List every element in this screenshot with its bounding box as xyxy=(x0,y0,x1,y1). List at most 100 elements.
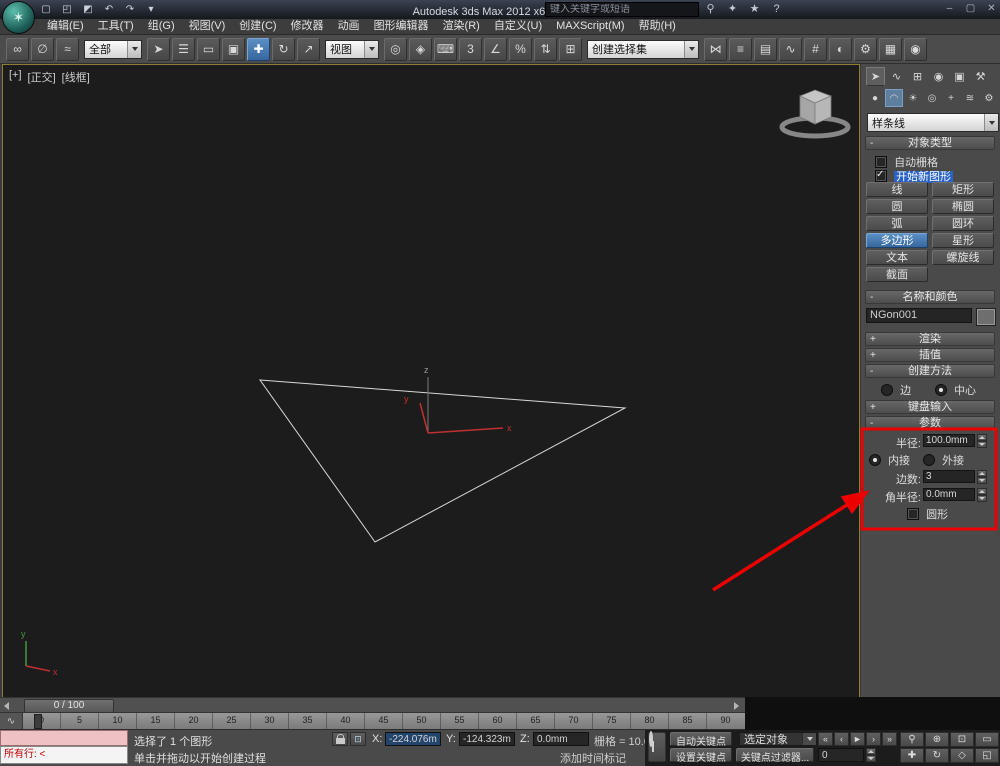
donut-button[interactable]: 圆环 xyxy=(932,216,994,231)
curve-editor-icon[interactable]: ∿ xyxy=(779,37,802,61)
start-new-shape-checkbox[interactable] xyxy=(875,169,887,182)
favorites-icon[interactable]: ★ xyxy=(747,1,762,16)
selection-set-dropdown[interactable]: 选定对象 xyxy=(739,732,817,746)
hierarchy-tab[interactable]: ⊞ xyxy=(908,67,927,86)
text-button[interactable]: 文本 xyxy=(866,250,928,265)
time-slider-next-icon[interactable] xyxy=(734,702,739,710)
use-pivot-point-center-icon[interactable]: ◎ xyxy=(384,37,407,61)
current-frame-marker[interactable] xyxy=(34,714,42,729)
close-button[interactable]: ✕ xyxy=(984,1,999,15)
viewport-pov-menu[interactable]: [正交] xyxy=(28,69,56,85)
spinner-snap-icon[interactable]: ⇅ xyxy=(534,37,557,61)
select-and-rotate-icon[interactable]: ↻ xyxy=(272,37,295,61)
lights-category[interactable]: ☀ xyxy=(904,89,922,107)
keyboard-shortcut-override-icon[interactable]: ⌨ xyxy=(434,37,457,61)
rendered-frame-window-icon[interactable]: ▦ xyxy=(879,37,902,61)
viewport-orthographic[interactable]: [+] [正交] [线框] z y x y x xyxy=(2,64,860,699)
rollout-parameters[interactable]: - 参数 xyxy=(865,416,995,430)
set-key-toggle[interactable]: 设置关键点 xyxy=(670,748,732,764)
window-crossing-icon[interactable]: ▣ xyxy=(222,37,245,61)
create-tab[interactable]: ➤ xyxy=(866,67,885,86)
time-slider-prev-icon[interactable] xyxy=(4,702,9,710)
select-and-scale-icon[interactable]: ↗ xyxy=(297,37,320,61)
search-icon[interactable]: ⚲ xyxy=(703,1,718,16)
rollout-keyboard-entry[interactable]: + 键盘输入 xyxy=(865,400,995,414)
cameras-category[interactable]: ◎ xyxy=(923,89,941,107)
rectangular-selection-region-icon[interactable]: ▭ xyxy=(197,37,220,61)
rollout-creation-method[interactable]: - 创建方法 xyxy=(865,364,995,378)
maxscript-listener-pane[interactable]: 所有行: < xyxy=(0,746,128,764)
selection-filter-dropdown[interactable]: 全部 xyxy=(84,39,142,59)
corner-radius-field[interactable] xyxy=(923,488,975,501)
object-name-field[interactable] xyxy=(866,308,972,323)
select-by-name-icon[interactable]: ☰ xyxy=(172,37,195,61)
select-and-manipulate-icon[interactable]: ◈ xyxy=(409,37,432,61)
align-icon[interactable]: ≡ xyxy=(729,37,752,61)
layer-manager-icon[interactable]: ▤ xyxy=(754,37,777,61)
display-tab[interactable]: ▣ xyxy=(950,67,969,86)
corner-radius-spinner[interactable] xyxy=(977,488,987,502)
menu-item[interactable]: 动画 xyxy=(331,19,367,34)
percent-snap-icon[interactable]: % xyxy=(509,37,532,61)
menu-item[interactable]: 工具(T) xyxy=(91,19,141,34)
go-to-start-button[interactable]: « xyxy=(818,732,833,746)
selection-lock-toggle[interactable] xyxy=(332,732,348,746)
object-color-swatch[interactable] xyxy=(976,308,996,326)
communication-center-icon[interactable]: ✦ xyxy=(725,1,740,16)
save-file-icon[interactable]: ◩ xyxy=(80,2,96,16)
undo-icon[interactable]: ↶ xyxy=(101,2,117,16)
material-editor-icon[interactable]: ◐ xyxy=(829,37,852,61)
field-of-view-button[interactable]: ◇ xyxy=(950,748,974,763)
snap-toggle-3d-icon[interactable]: 3 xyxy=(459,37,482,61)
arc-button[interactable]: 弧 xyxy=(866,216,928,231)
select-object-icon[interactable]: ➤ xyxy=(147,37,170,61)
geometry-category[interactable]: ● xyxy=(866,89,884,107)
menu-item[interactable]: 渲染(R) xyxy=(436,19,487,34)
menu-item[interactable]: MAXScript(M) xyxy=(549,19,631,34)
ngon-button[interactable]: 多边形 xyxy=(866,233,928,248)
redo-icon[interactable]: ↷ xyxy=(122,2,138,16)
viewcube[interactable] xyxy=(779,89,851,139)
viewport-general-menu[interactable]: [+] xyxy=(9,69,22,85)
sides-field[interactable] xyxy=(923,470,975,483)
rollout-interpolation[interactable]: + 插值 xyxy=(865,348,995,362)
current-frame-field[interactable] xyxy=(818,748,864,762)
circumscribed-radio[interactable] xyxy=(923,454,935,466)
go-to-end-button[interactable]: » xyxy=(882,732,897,746)
minimize-button[interactable]: – xyxy=(942,1,957,15)
macro-recorder-pane[interactable] xyxy=(0,730,128,746)
key-filters-button[interactable]: 关键点过滤器... xyxy=(736,748,814,764)
line-button[interactable]: 线 xyxy=(866,182,928,197)
rectangle-button[interactable]: 矩形 xyxy=(932,182,994,197)
reference-coordinate-dropdown[interactable]: 视图 xyxy=(325,39,379,59)
time-slider[interactable]: 0 / 100 xyxy=(0,697,745,713)
rollout-name-and-color[interactable]: - 名称和颜色 xyxy=(865,290,995,304)
pan-button[interactable]: ✚ xyxy=(900,748,924,763)
menu-item[interactable]: 自定义(U) xyxy=(487,19,549,34)
rollout-rendering[interactable]: + 渲染 xyxy=(865,332,995,346)
menu-item[interactable]: 编辑(E) xyxy=(40,19,91,34)
menu-item[interactable]: 创建(C) xyxy=(232,19,283,34)
angle-snap-icon[interactable]: ∠ xyxy=(484,37,507,61)
systems-category[interactable]: ⚙ xyxy=(980,89,998,107)
motion-tab[interactable]: ◉ xyxy=(929,67,948,86)
schematic-view-icon[interactable]: # xyxy=(804,37,827,61)
edit-named-selection-sets-icon[interactable]: ⊞ xyxy=(559,37,582,61)
edge-radio[interactable] xyxy=(881,384,893,396)
set-keys-button[interactable] xyxy=(648,731,666,762)
star-button[interactable]: 星形 xyxy=(932,233,994,248)
workspace-dropdown-icon[interactable]: ▾ xyxy=(143,2,159,16)
open-file-icon[interactable]: ◰ xyxy=(59,2,75,16)
open-mini-curve-editor-button[interactable]: ∿ xyxy=(0,713,23,729)
ngon-shape-wireframe[interactable] xyxy=(258,379,627,543)
center-radio[interactable] xyxy=(935,384,947,396)
orbit-button[interactable]: ↻ xyxy=(925,748,949,763)
viewport-shading-menu[interactable]: [线框] xyxy=(62,69,90,85)
radius-spinner[interactable] xyxy=(977,434,987,448)
shapes-category[interactable]: ◠ xyxy=(885,89,903,107)
unlink-selection-icon[interactable]: ∅ xyxy=(31,37,54,61)
select-and-link-icon[interactable]: ∞ xyxy=(6,37,29,61)
ellipse-button[interactable]: 椭圆 xyxy=(932,199,994,214)
zoom-region-button[interactable]: ▭ xyxy=(975,732,999,747)
track-bar[interactable]: ∿ 051015202530354045505560657075808590 xyxy=(0,713,745,730)
